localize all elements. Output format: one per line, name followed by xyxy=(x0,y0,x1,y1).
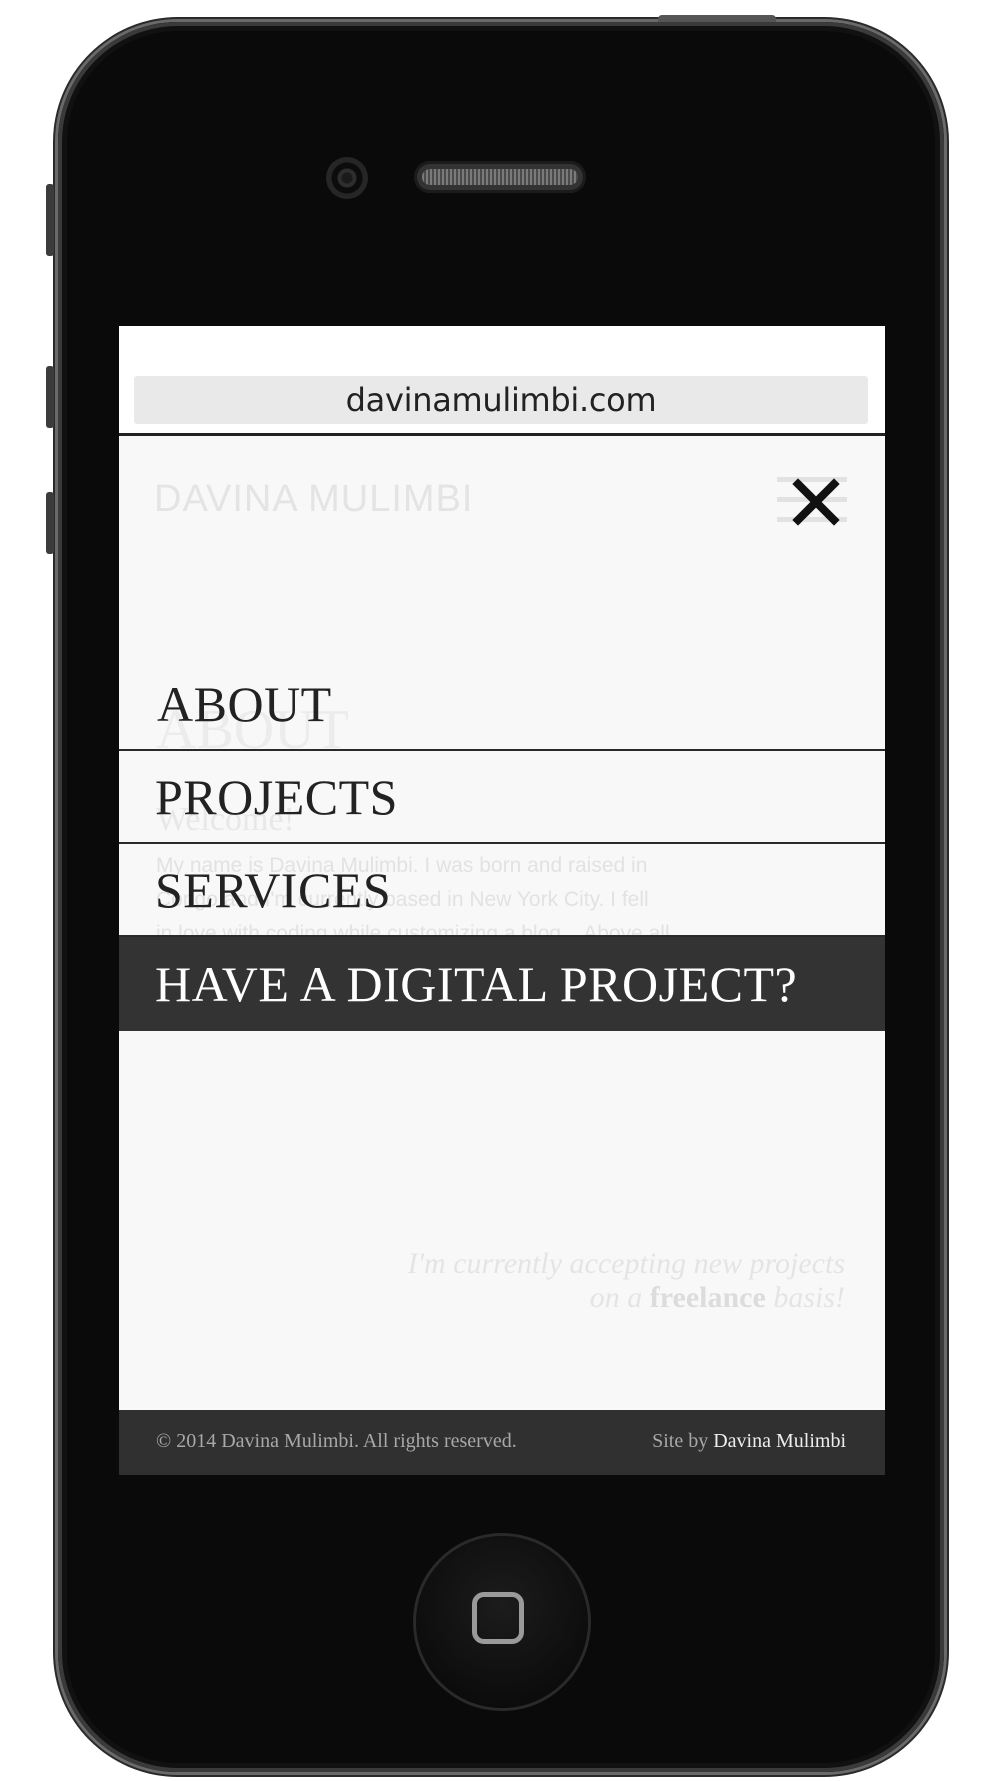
site-credit: Site by Davina Mulimbi xyxy=(652,1430,846,1453)
phone-screen: davinamulimbi.com DAVINA MULIMBI ABOUT W… xyxy=(119,326,885,1475)
close-icon[interactable] xyxy=(791,477,841,527)
site-by-label: Site by xyxy=(652,1430,709,1452)
site-logo: DAVINA MULIMBI xyxy=(154,478,474,520)
menu-item-about[interactable]: ABOUT xyxy=(119,658,885,751)
earpiece-speaker xyxy=(414,161,586,193)
menu-item-digital-project-cta[interactable]: HAVE A DIGITAL PROJECT? xyxy=(119,937,885,1031)
site-footer: © 2014 Davina Mulimbi. All rights reserv… xyxy=(119,1410,885,1475)
power-button xyxy=(658,15,776,22)
volume-down-button xyxy=(46,492,54,554)
url-field[interactable]: davinamulimbi.com xyxy=(134,376,868,424)
site-author-link[interactable]: Davina Mulimbi xyxy=(713,1430,846,1452)
home-square-icon xyxy=(472,1592,524,1644)
menu-item-projects[interactable]: PROJECTS xyxy=(119,751,885,844)
front-camera xyxy=(326,157,368,199)
volume-up-button xyxy=(46,366,54,428)
browser-address-bar: davinamulimbi.com xyxy=(119,326,885,436)
home-button[interactable] xyxy=(416,1536,588,1708)
menu-item-services[interactable]: SERVICES xyxy=(119,844,885,937)
copyright-text: © 2014 Davina Mulimbi. All rights reserv… xyxy=(156,1430,517,1452)
mute-switch xyxy=(46,184,54,256)
freelance-quote-line: on a freelance basis! xyxy=(589,1281,845,1314)
freelance-quote-line: I'm currently accepting new projects xyxy=(407,1247,845,1280)
overlay-menu: ABOUT PROJECTS SERVICES HAVE A DIGITAL P… xyxy=(119,658,885,1031)
